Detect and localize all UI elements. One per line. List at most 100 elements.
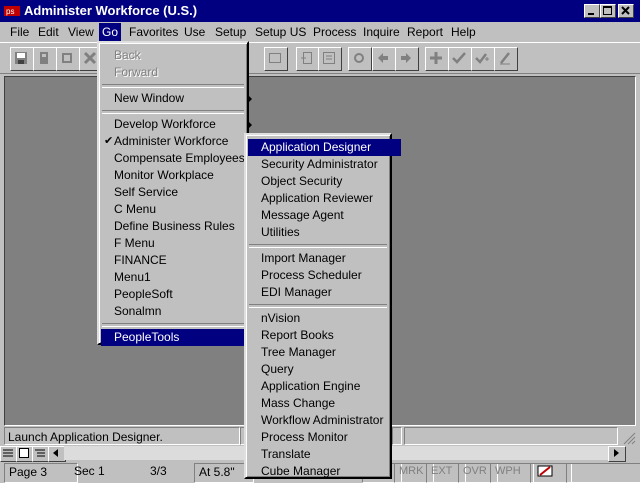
check-button[interactable] — [448, 47, 472, 71]
peopletools-item-import-manager[interactable]: Import Manager — [248, 250, 401, 267]
go-menu-item-back[interactable]: Back — [101, 47, 258, 64]
menu-item-label: Cube Manager — [261, 464, 341, 478]
menu-setup[interactable]: Setup — [215, 25, 246, 39]
menu-setup-us[interactable]: Setup US — [255, 25, 306, 39]
scroll-right-button[interactable] — [608, 446, 626, 462]
save-button[interactable] — [10, 47, 34, 71]
svg-text:ps: ps — [6, 7, 14, 16]
section-indicator: Sec 1 — [74, 464, 105, 478]
go-menu-item-define-business-rules[interactable]: Define Business Rules — [101, 218, 258, 235]
checkmark-icon — [452, 52, 466, 64]
menu-item-label: Compensate Employees — [114, 151, 245, 165]
peopletools-item-translate[interactable]: Translate — [248, 446, 401, 463]
menu-item-label: Report Books — [261, 328, 334, 342]
previous-button[interactable] — [372, 47, 396, 71]
tool-button-2[interactable] — [33, 47, 57, 71]
gear-icon — [354, 53, 364, 63]
tool-button-6[interactable] — [296, 47, 320, 71]
go-menu-item-forward[interactable]: Forward — [101, 64, 258, 81]
pencil-icon — [500, 52, 510, 65]
tool-button-7[interactable] — [318, 47, 342, 71]
menu-edit[interactable]: Edit — [38, 25, 59, 39]
book-icon — [537, 465, 553, 477]
menu-item-label: PeopleSoft — [114, 287, 173, 301]
menu-separator — [102, 84, 244, 88]
peopletools-item-utilities[interactable]: Utilities — [248, 224, 401, 241]
go-menu-item-self-service[interactable]: Self Service — [101, 184, 258, 201]
go-menu-item-menu1[interactable]: Menu1 — [101, 269, 258, 286]
menu-separator — [102, 323, 244, 327]
menu-process[interactable]: Process — [313, 25, 356, 39]
menu-item-label: Process Scheduler — [261, 268, 362, 282]
peopletools-item-mass-change[interactable]: Mass Change — [248, 395, 401, 412]
menu-item-label: Administer Workforce — [114, 134, 229, 148]
menu-go[interactable]: Go — [99, 23, 122, 41]
view-icon — [3, 449, 13, 457]
peopletools-item-object-security[interactable]: Object Security — [248, 173, 401, 190]
menu-view[interactable]: View — [68, 25, 94, 39]
next-button[interactable] — [395, 47, 419, 71]
submenu-arrow-icon — [248, 95, 252, 103]
go-menu-item-c-menu[interactable]: C Menu — [101, 201, 258, 218]
peopletools-item-tree-manager[interactable]: Tree Manager — [248, 344, 401, 361]
maximize-button[interactable] — [600, 4, 616, 18]
menu-item-label: Import Manager — [261, 251, 346, 265]
tool-button-5[interactable] — [264, 47, 288, 71]
page-count: 3/3 — [150, 464, 167, 478]
menu-favorites[interactable]: Favorites — [129, 25, 178, 39]
menu-item-label: Forward — [114, 65, 159, 79]
menu-item-label: New Window — [114, 91, 185, 105]
menu-item-label: Application Engine — [261, 379, 361, 393]
status-field — [566, 463, 640, 483]
wph-indicator[interactable]: WPH — [490, 463, 534, 483]
peopletools-item-process-monitor[interactable]: Process Monitor — [248, 429, 401, 446]
title-bar[interactable]: ps Administer Workforce (U.S.) — [0, 0, 640, 22]
peopletools-item-nvision[interactable]: nVision — [248, 310, 401, 327]
menu-item-label: Define Business Rules — [114, 219, 235, 233]
peopletools-item-process-scheduler[interactable]: Process Scheduler — [248, 267, 401, 284]
go-menu-item-compensate-employees[interactable]: Compensate Employees — [101, 150, 258, 167]
app-icon[interactable]: ps — [4, 4, 20, 18]
go-menu-item-peoplesoft[interactable]: PeopleSoft — [101, 286, 258, 303]
menu-item-label: Process Monitor — [261, 430, 348, 444]
close-button[interactable] — [618, 4, 634, 18]
go-menu-item-peopletools[interactable]: PeopleTools — [101, 329, 258, 346]
menu-item-label: Mass Change — [261, 396, 336, 410]
peopletools-item-application-designer[interactable]: Application Designer — [248, 139, 401, 156]
add-button[interactable] — [425, 47, 449, 71]
menu-help[interactable]: Help — [451, 25, 476, 39]
menu-use[interactable]: Use — [184, 25, 205, 39]
go-menu-item-develop-workforce[interactable]: Develop Workforce — [101, 116, 258, 133]
gear-button[interactable] — [348, 47, 372, 71]
minimize-button[interactable] — [584, 4, 600, 18]
go-menu-item-sonalmn[interactable]: Sonalmn — [101, 303, 258, 320]
peopletools-item-edi-manager[interactable]: EDI Manager — [248, 284, 401, 301]
arrow-left-icon — [53, 449, 58, 457]
go-menu-item-f-menu[interactable]: F Menu — [101, 235, 258, 252]
peopletools-item-report-books[interactable]: Report Books — [248, 327, 401, 344]
go-menu-item-new-window[interactable]: New Window — [101, 90, 258, 107]
peopletools-item-application-engine[interactable]: Application Engine — [248, 378, 401, 395]
peopletools-item-application-reviewer[interactable]: Application Reviewer — [248, 190, 401, 207]
go-menu-item-administer-workforce[interactable]: ✔ Administer Workforce — [101, 133, 258, 150]
menu-file[interactable]: File — [10, 25, 29, 39]
peopletools-item-cube-manager[interactable]: Cube Manager — [248, 463, 401, 480]
menu-item-label: Develop Workforce — [114, 117, 216, 131]
menu-item-label: FINANCE — [114, 253, 167, 267]
menu-report[interactable]: Report — [407, 25, 443, 39]
close-icon — [621, 6, 630, 15]
peopletools-item-security-administrator[interactable]: Security Administrator — [248, 156, 401, 173]
peopletools-item-workflow-administrator[interactable]: Workflow Administrator — [248, 412, 401, 429]
tool-button-3[interactable] — [56, 47, 80, 71]
check-plus-button[interactable] — [471, 47, 495, 71]
arrow-right-icon — [401, 53, 411, 63]
go-menu-item-monitor-workplace[interactable]: Monitor Workplace — [101, 167, 258, 184]
checkmark-icon: ✔ — [104, 135, 114, 147]
spell-check-button[interactable] — [494, 47, 518, 71]
resize-grip[interactable] — [620, 429, 636, 445]
go-menu-item-finance[interactable]: FINANCE — [101, 252, 258, 269]
peopletools-item-message-agent[interactable]: Message Agent — [248, 207, 401, 224]
menu-inquire[interactable]: Inquire — [363, 25, 400, 39]
menu-item-label: Workflow Administrator — [261, 413, 384, 427]
peopletools-item-query[interactable]: Query — [248, 361, 401, 378]
